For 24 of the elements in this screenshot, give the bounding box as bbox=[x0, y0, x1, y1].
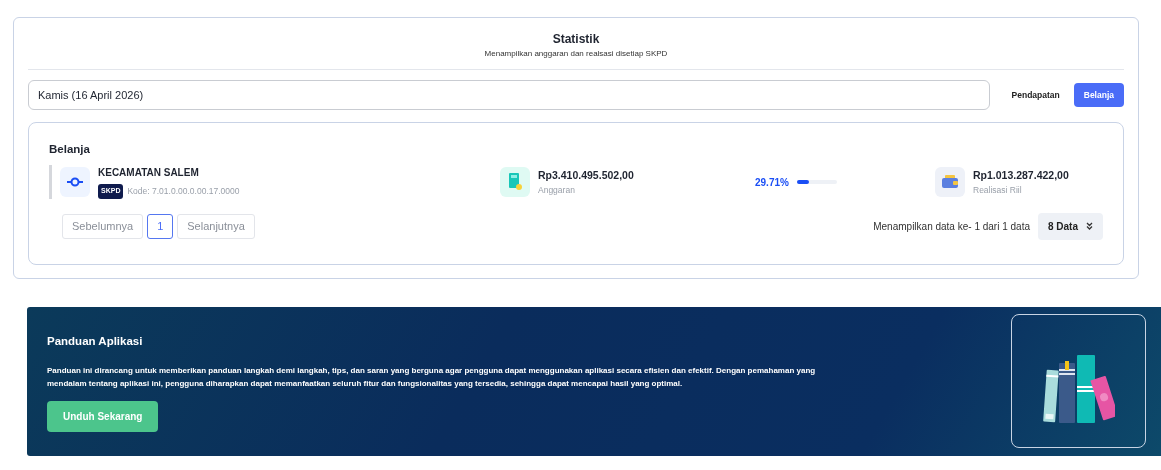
percentage: 29.71% bbox=[755, 175, 789, 190]
tab[interactable]: Pendapatan bbox=[1001, 83, 1070, 107]
card-title: Belanja bbox=[49, 142, 91, 157]
date-field[interactable]: Kamis (16 April 2026) bbox=[28, 80, 990, 110]
previous-button[interactable]: Sebelumnya bbox=[62, 214, 144, 239]
unit-code: Kode: 7.01.0.00.0.00.17.0000 bbox=[127, 185, 240, 198]
realization-amount: Rp1.013.287.422,00 bbox=[973, 167, 1069, 183]
page-size-dropdown[interactable]: 8 Data bbox=[1038, 212, 1103, 240]
banner-title: Panduan Aplikasi bbox=[47, 333, 144, 349]
tab[interactable]: Belanja bbox=[1073, 83, 1124, 107]
wallet-icon bbox=[942, 175, 958, 189]
section-title: Statistik bbox=[551, 31, 601, 48]
realization-label: Realisasi Riil bbox=[973, 183, 1023, 197]
unit-name: KECAMATAN SALEM bbox=[98, 166, 200, 181]
chevron-down-icon bbox=[1086, 222, 1093, 231]
next-button[interactable]: Selanjutnya bbox=[177, 214, 255, 239]
node-icon bbox=[67, 177, 83, 187]
page-button[interactable]: 1 bbox=[147, 214, 174, 239]
section-subtitle: Menampilkan anggaran dan realsasi disetiap SKPD bbox=[483, 48, 669, 60]
calculator-icon bbox=[508, 173, 522, 191]
budget-label: Anggaran bbox=[538, 183, 576, 197]
pagination-info: Menampilkan data ke- 1 dari 1 data bbox=[873, 219, 1030, 234]
budget-amount: Rp3.410.495.502,00 bbox=[538, 167, 634, 183]
banner-text: Panduan ini dirancang untuk memberikan panduan langkah demi langkah, tips, dan saran yang berguna agar pengguna dapat menggunakan aplikasi secara efisien dan efektif. Dengan pemahaman yang mendalam tentang aplikasi ini, pengguna diharapkan dapat memanfaatkan seluruh fitur dan fungsionalitas yang tersedia, sehingga dapat mencapai hasil yang optimal. bbox=[47, 365, 817, 391]
